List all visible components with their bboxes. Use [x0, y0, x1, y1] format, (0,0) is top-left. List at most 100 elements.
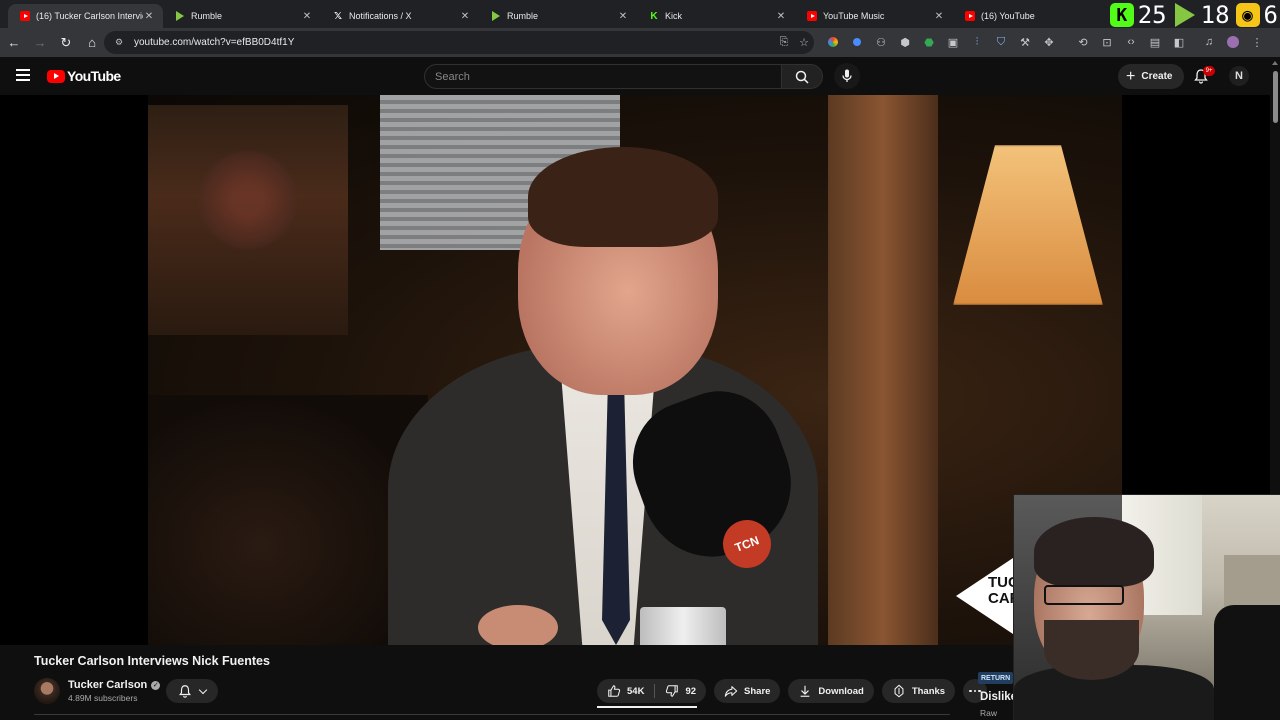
- share-icon: [724, 686, 738, 697]
- download-button[interactable]: Download: [788, 679, 874, 703]
- close-icon[interactable]: ✕: [143, 11, 155, 22]
- thanks-label: Thanks: [911, 685, 946, 697]
- tab-rumble-1[interactable]: Rumble ✕: [163, 4, 321, 28]
- tab-rumble-2[interactable]: Rumble ✕: [479, 4, 637, 28]
- video-frame[interactable]: TCN TUCKER CARLSON: [148, 95, 1122, 645]
- kick-icon: K: [650, 10, 658, 22]
- scrollbar-thumb[interactable]: [1273, 71, 1278, 123]
- browser-menu-icon[interactable]: ⋮: [1248, 33, 1266, 51]
- dislike-button[interactable]: 92: [655, 679, 706, 703]
- extension-shield-blue-icon[interactable]: ⛉: [992, 33, 1010, 51]
- return-dislike-badge: RETURN: [978, 672, 1014, 684]
- tab-youtube[interactable]: (16) YouTube: [953, 4, 1063, 28]
- devtools-icon[interactable]: ‹›: [1122, 33, 1140, 51]
- tab-youtube-music[interactable]: YouTube Music ✕: [795, 4, 953, 28]
- video-actions: 54K 92 Share Download Thanks: [597, 679, 988, 708]
- subscribed-notifications-button[interactable]: [166, 679, 218, 703]
- description-divider: [34, 714, 950, 715]
- guest-hair: [528, 147, 718, 247]
- close-icon[interactable]: ✕: [301, 11, 313, 22]
- webcam-beard: [1044, 620, 1139, 680]
- tab-title: Rumble: [191, 11, 223, 21]
- side-panel-icon[interactable]: ◧: [1170, 33, 1188, 51]
- download-icon: [801, 685, 810, 697]
- reading-list-icon[interactable]: ▤: [1146, 33, 1164, 51]
- menu-icon[interactable]: [16, 69, 30, 81]
- site-info-icon[interactable]: ⚙: [112, 36, 126, 50]
- media-controls-icon[interactable]: ♫: [1200, 33, 1218, 51]
- forward-icon[interactable]: →: [28, 31, 52, 55]
- kick-viewer-count: 25: [1137, 1, 1167, 29]
- close-icon[interactable]: ✕: [775, 11, 787, 22]
- bookmark-star-icon[interactable]: ☆: [794, 36, 814, 49]
- youtube-logo-text: YouTube: [67, 68, 121, 84]
- thumbs-down-icon: [666, 685, 679, 697]
- back-icon[interactable]: ←: [2, 31, 26, 55]
- extension-color-icon[interactable]: [824, 33, 842, 51]
- thanks-button[interactable]: Thanks: [881, 679, 956, 703]
- extension-window-icon[interactable]: ▣: [944, 33, 962, 51]
- home-icon[interactable]: ⌂: [80, 31, 104, 55]
- viewer-count: 6: [1263, 1, 1278, 29]
- create-button[interactable]: + Create: [1118, 64, 1185, 89]
- verified-check-icon: ✓: [151, 680, 161, 690]
- plus-icon: +: [1126, 67, 1136, 85]
- install-app-icon[interactable]: ⎘: [774, 36, 794, 49]
- extension-green-icon[interactable]: ⬣: [920, 33, 938, 51]
- url-text[interactable]: youtube.com/watch?v=efBB0D4tf1Y: [134, 37, 774, 48]
- channel-info: Tucker Carlson ✓ 4.89M subscribers: [34, 676, 161, 706]
- notification-count-badge: 9+: [1203, 66, 1215, 76]
- tab-title: Notifications / X: [349, 11, 412, 21]
- close-icon[interactable]: ✕: [459, 11, 471, 22]
- reload-icon[interactable]: ↻: [54, 31, 78, 55]
- channel-avatar[interactable]: [34, 678, 60, 704]
- share-label: Share: [744, 685, 771, 697]
- microphone-icon: [842, 69, 852, 82]
- background-chair: [148, 395, 428, 645]
- share-button[interactable]: Share: [714, 679, 781, 703]
- thumbs-up-icon: [608, 685, 621, 697]
- account-avatar[interactable]: N: [1229, 66, 1249, 86]
- search-icon: [795, 70, 809, 84]
- viewer-counter: ◉ 6: [1235, 1, 1278, 29]
- like-button[interactable]: 54K: [597, 679, 654, 703]
- rumble-icon: [1173, 3, 1197, 27]
- webcam-glasses: [1044, 585, 1124, 605]
- chevron-down-icon: [198, 685, 208, 694]
- coffee-mug: [640, 607, 726, 645]
- extension-shield-icon[interactable]: ⬢: [896, 33, 914, 51]
- close-icon[interactable]: ✕: [617, 11, 629, 22]
- create-label: Create: [1141, 71, 1173, 82]
- like-ratio-bar: [597, 706, 697, 708]
- channel-name[interactable]: Tucker Carlson: [68, 679, 147, 691]
- close-icon[interactable]: ✕: [933, 11, 945, 22]
- download-label: Download: [818, 685, 864, 697]
- like-dislike-group: 54K 92: [597, 679, 707, 708]
- tab-tucker-carlson[interactable]: (16) Tucker Carlson Interviews N ✕: [8, 4, 163, 28]
- extension-glasses-icon[interactable]: ⚇: [872, 33, 890, 51]
- tab-title: Kick: [665, 11, 683, 21]
- extensions-puzzle-icon[interactable]: ✥: [1040, 33, 1058, 51]
- tab-title: YouTube Music: [823, 11, 885, 21]
- address-bar[interactable]: ⚙ youtube.com/watch?v=efBB0D4tf1Y ⎘ ☆: [104, 31, 814, 54]
- youtube-logo[interactable]: YouTube: [47, 68, 121, 84]
- subscriber-count: 4.89M subscribers: [68, 693, 138, 703]
- background-wood-pillar: [828, 95, 938, 645]
- search-button[interactable]: [781, 64, 823, 89]
- search-box[interactable]: [424, 64, 782, 89]
- extension-blue-icon[interactable]: [848, 33, 866, 51]
- lamp-shade: [953, 145, 1103, 305]
- scroll-up-icon[interactable]: [1272, 61, 1278, 65]
- tab-kick[interactable]: K Kick ✕: [637, 4, 795, 28]
- history-icon[interactable]: ⟲: [1074, 33, 1092, 51]
- like-count: 54K: [627, 685, 645, 697]
- rumble-viewer-counter: 18: [1173, 1, 1230, 29]
- profile-icon[interactable]: [1224, 33, 1242, 51]
- search-input[interactable]: [435, 70, 781, 83]
- screenshot-icon[interactable]: ⊡: [1098, 33, 1116, 51]
- extension-tools-icon[interactable]: ⚒: [1016, 33, 1034, 51]
- tab-notifications-x[interactable]: 𝕏 Notifications / X ✕: [321, 4, 479, 28]
- voice-search-button[interactable]: [834, 63, 860, 89]
- extension-translate-icon[interactable]: ⫶: [968, 33, 986, 51]
- channel-name-row[interactable]: Tucker Carlson ✓: [68, 679, 161, 691]
